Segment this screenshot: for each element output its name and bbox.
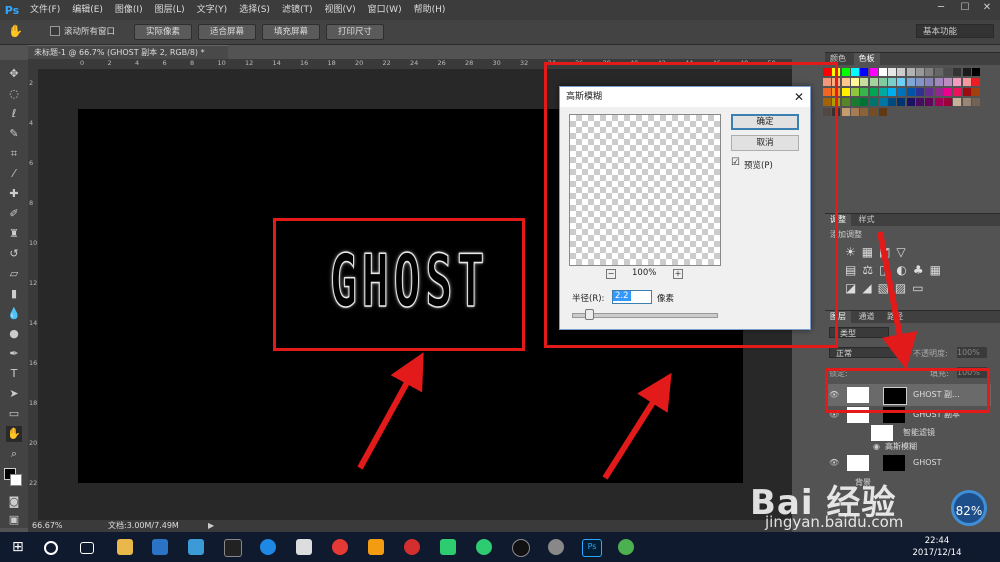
- explorer-icon[interactable]: [117, 539, 133, 555]
- progress-badge: 82%: [951, 490, 987, 526]
- arrow-to-layer: [877, 231, 918, 370]
- app-red-icon[interactable]: [404, 539, 420, 555]
- taskbar: ⊞ Ps 22:44 2017/12/14: [0, 532, 1000, 562]
- qq-icon[interactable]: [512, 539, 530, 557]
- clock-date: 2017/12/14: [912, 548, 962, 558]
- app-icon[interactable]: [368, 539, 384, 555]
- clock-time: 22:44: [924, 536, 950, 546]
- mail-icon[interactable]: [296, 539, 312, 555]
- computer-icon[interactable]: [188, 539, 204, 555]
- baidu-url: jingyan.baidu.com: [765, 513, 904, 531]
- cortana-icon[interactable]: [44, 541, 58, 555]
- ie-icon[interactable]: [260, 539, 276, 555]
- netease-icon[interactable]: [332, 539, 348, 555]
- arrow-to-dialog: [602, 372, 672, 480]
- windows-start-icon[interactable]: ⊞: [12, 539, 28, 555]
- amazon-icon[interactable]: [224, 539, 242, 557]
- wechat-icon[interactable]: [476, 539, 492, 555]
- store-icon[interactable]: [152, 539, 168, 555]
- play-icon[interactable]: [440, 539, 456, 555]
- system-clock[interactable]: 22:44 2017/12/14: [912, 535, 962, 559]
- app-gray-icon[interactable]: [548, 539, 564, 555]
- arrow-to-ghost: [357, 352, 424, 470]
- task-view-icon[interactable]: [80, 542, 94, 554]
- photoshop-taskbar-icon[interactable]: Ps: [582, 539, 602, 557]
- chrome-icon[interactable]: [618, 539, 634, 555]
